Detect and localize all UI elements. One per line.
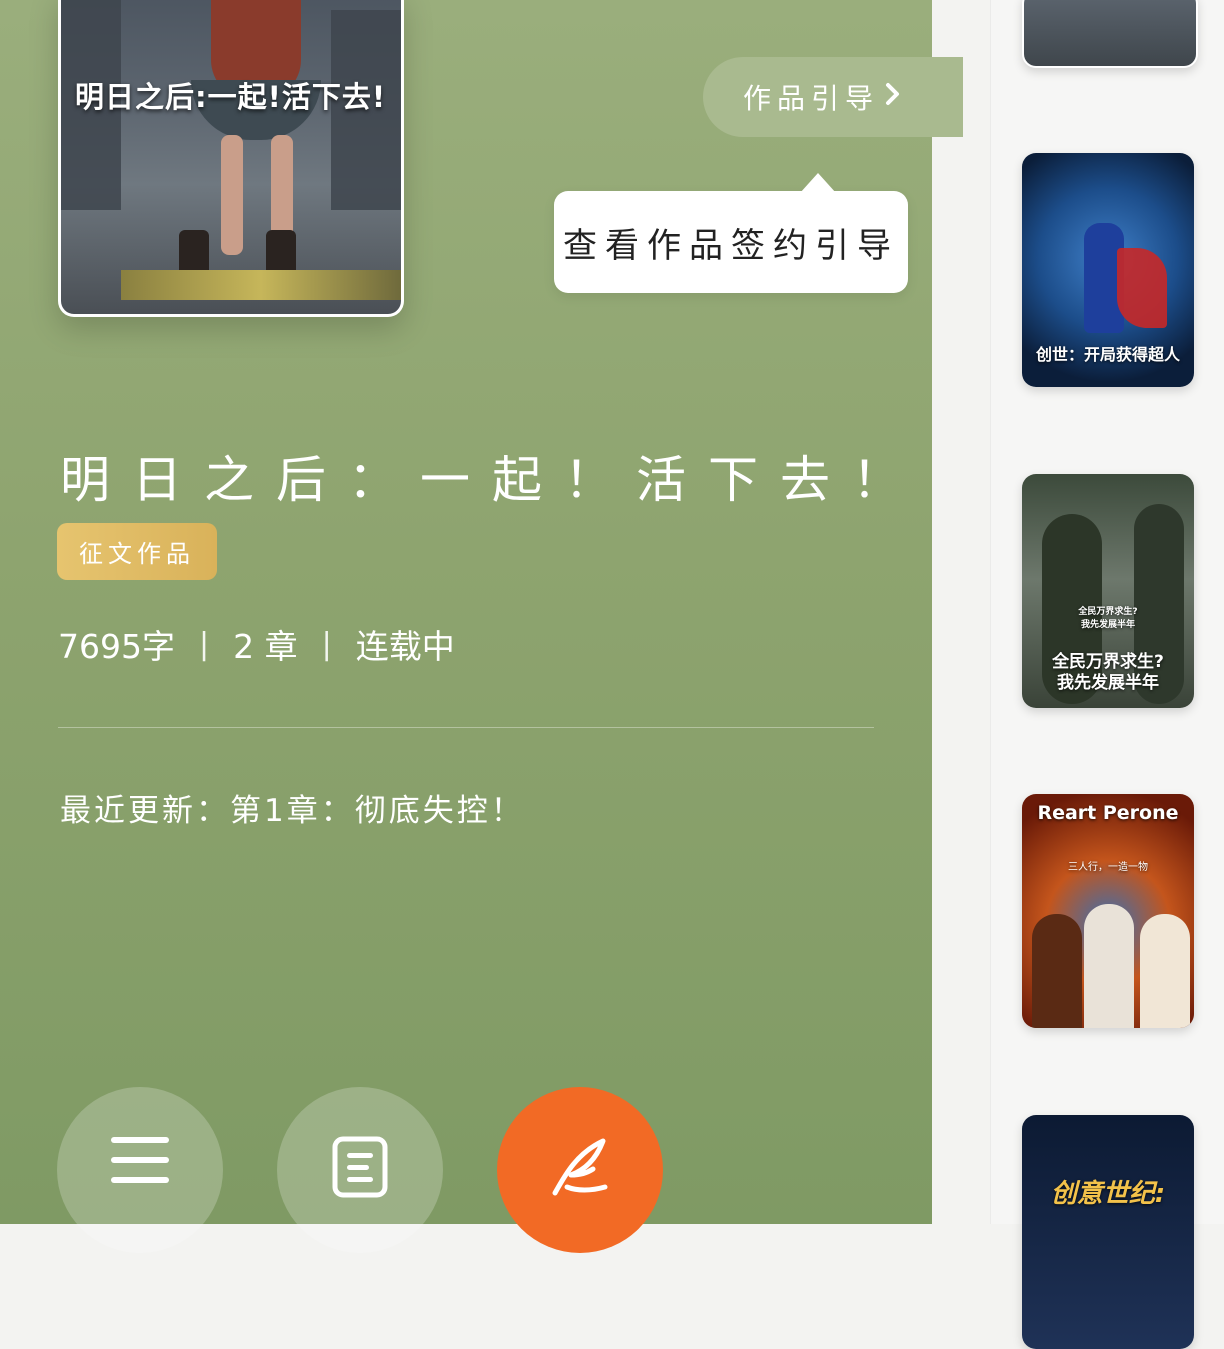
- divider: [58, 727, 874, 728]
- word-count: 7695字: [58, 627, 175, 666]
- chapter-count: 2 章: [233, 627, 298, 666]
- rail-book-cover[interactable]: 全民万界求生? 我先发展半年 全民万界求生? 我先发展半年: [1022, 474, 1194, 708]
- rail-book-cover[interactable]: 创世：开局获得超人: [1022, 153, 1194, 387]
- menu-button[interactable]: [57, 1087, 223, 1253]
- stats-separator: |: [198, 626, 210, 662]
- cover-figure: [1140, 914, 1190, 1028]
- write-button[interactable]: [497, 1087, 663, 1253]
- rail-book-subtitle: 三人行，一造一物: [1068, 862, 1148, 873]
- book-cover[interactable]: 明日之后:一起!活下去!: [58, 0, 404, 317]
- book-title: 明日之后：一起！活下去！: [60, 451, 924, 509]
- chapter-list-button[interactable]: [277, 1087, 443, 1253]
- cover-cape: [1117, 248, 1167, 328]
- menu-icon: [111, 1137, 169, 1183]
- rail-book-title: 创意世纪:: [1050, 1179, 1166, 1209]
- tooltip-text: 查看作品签约引导: [563, 225, 899, 266]
- rail-book-subtitle: 全民万界求生? 我先发展半年: [1078, 607, 1138, 630]
- rail-book-cover[interactable]: 创意世纪:: [1022, 1115, 1194, 1349]
- document-icon: [332, 1136, 388, 1198]
- contest-tag: 征文作品: [57, 523, 217, 580]
- rail-book-cover[interactable]: [1022, 0, 1198, 68]
- book-status: 连载中: [355, 627, 455, 666]
- quill-icon: [552, 1138, 608, 1196]
- cover-title: 明日之后:一起!活下去!: [75, 80, 387, 114]
- rail-book-title: 全民万界求生? 我先发展半年: [1052, 652, 1164, 693]
- work-guide-label: 作品引导: [743, 82, 880, 115]
- rail-book-title: 创世：开局获得超人: [1035, 345, 1180, 364]
- sign-guide-tooltip[interactable]: 查看作品签约引导: [554, 173, 908, 293]
- chevron-right-icon: [883, 81, 903, 114]
- cover-rail: [121, 270, 401, 300]
- work-guide-button[interactable]: 作品引导: [703, 57, 963, 137]
- stats-separator: |: [321, 626, 332, 662]
- cover-figure: [1032, 914, 1082, 1028]
- cover-figure-leg: [221, 135, 243, 255]
- rail-book-cover[interactable]: Reart Perone 三人行，一造一物: [1022, 794, 1194, 1028]
- book-stats: 7695字 | 2 章 | 连载中: [58, 620, 455, 668]
- latest-update[interactable]: 最近更新：第1章：彻底失控！: [60, 785, 525, 830]
- rail-book-title: Reart Perone: [1037, 802, 1179, 824]
- cover-figure: [1084, 904, 1134, 1028]
